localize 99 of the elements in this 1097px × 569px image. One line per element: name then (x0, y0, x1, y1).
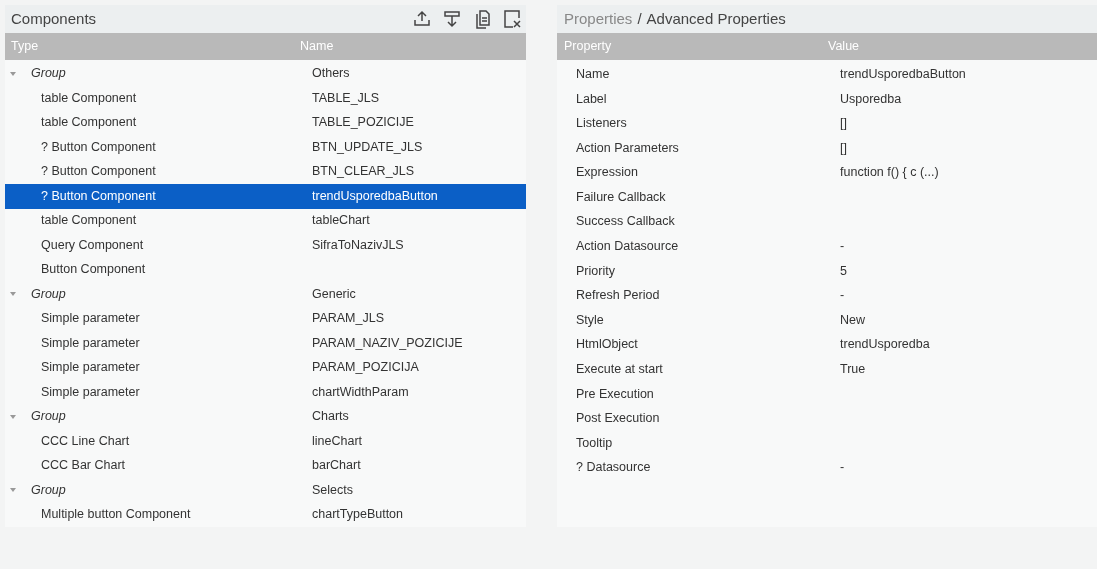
component-type: ? Button Component (41, 164, 156, 179)
component-row[interactable]: ? Button Component BTN_UPDATE_JLS (5, 135, 526, 160)
component-name: lineChart (312, 432, 363, 450)
component-type: ? Button Component (41, 139, 156, 154)
component-type: Button Component (41, 262, 146, 277)
property-value[interactable]: function f() { c (...) (840, 163, 939, 183)
component-row[interactable]: Button Component (5, 257, 526, 282)
clear-icon[interactable] (502, 8, 522, 29)
property-value[interactable]: trendUsporedbaButton (840, 64, 966, 84)
property-name: Label (576, 91, 607, 106)
component-type: Query Component (41, 237, 144, 252)
column-header: Type (10, 37, 40, 55)
component-type: Simple parameter (41, 335, 140, 350)
group-name: Others (312, 65, 350, 83)
group-name: Charts (312, 408, 349, 426)
group-label: Group (31, 65, 66, 83)
component-row[interactable]: Simple parameter chartWidthParam (5, 380, 526, 405)
property-value[interactable]: - (840, 237, 845, 256)
property-name: Tooltip (576, 435, 613, 450)
property-name: Priority (576, 263, 615, 278)
caret-icon[interactable] (9, 70, 17, 77)
group-label: Group (31, 408, 66, 426)
property-value[interactable]: - (840, 286, 845, 305)
group-label: Group (31, 481, 66, 499)
property-value[interactable]: [] (840, 138, 847, 158)
component-name: TABLE_JLS (312, 89, 380, 107)
property-name: Name (576, 66, 610, 81)
component-row[interactable]: Simple parameter PARAM_JLS (5, 306, 526, 331)
component-row[interactable]: ? Button Component trendUsporedbaButton (5, 184, 526, 209)
property-value[interactable]: Usporedba (840, 89, 902, 109)
component-row[interactable]: Multiple button Component chartTypeButton (5, 502, 526, 527)
component-name: BTN_UPDATE_JLS (312, 138, 423, 156)
component-type: ? Button Component (41, 188, 156, 203)
component-type: Simple parameter (41, 384, 140, 399)
panel-title: Components (11, 8, 97, 29)
breadcrumb-separator: / (637, 8, 642, 29)
group-row[interactable]: Group Generic (5, 282, 526, 307)
component-type: table Component (41, 90, 137, 105)
breadcrumb-current: Advanced Properties (646, 8, 786, 29)
property-value[interactable]: True (840, 360, 866, 379)
property-value[interactable]: trendUsporedba (840, 335, 930, 355)
component-name: barChart (312, 457, 361, 475)
property-name: Success Callback (576, 214, 675, 229)
caret-icon[interactable] (9, 291, 17, 298)
group-row[interactable]: Group Selects (5, 478, 526, 503)
component-row[interactable]: ? Button Component BTN_CLEAR_JLS (5, 159, 526, 184)
group-name: Generic (312, 285, 356, 303)
column-header: Name (300, 37, 334, 55)
property-name: HtmlObject (576, 337, 638, 352)
property-name: Refresh Period (576, 288, 660, 303)
component-name: PARAM_JLS (312, 310, 384, 328)
component-row[interactable]: table Component TABLE_POZICIJE (5, 110, 526, 135)
component-type: CCC Line Chart (41, 433, 130, 448)
component-row[interactable]: Simple parameter PARAM_NAZIV_POZICIJE (5, 331, 526, 356)
group-row[interactable]: Group Others (5, 61, 526, 86)
component-name: TABLE_POZICIJE (312, 114, 414, 132)
import-icon[interactable] (442, 8, 462, 29)
component-type: Multiple button Component (41, 507, 191, 522)
caret-icon[interactable] (9, 413, 17, 420)
component-type: table Component (41, 213, 137, 228)
component-name: trendUsporedbaButton (312, 187, 438, 205)
property-name: Failure Callback (576, 189, 666, 204)
component-name: PARAM_POZICIJA (312, 359, 419, 377)
component-name: SifraToNazivJLS (312, 236, 404, 254)
property-name: Pre Execution (576, 386, 654, 401)
caret-icon[interactable] (9, 487, 17, 494)
component-name: PARAM_NAZIV_POZICIJE (312, 334, 463, 352)
column-header: Value (828, 38, 860, 56)
property-name: Post Execution (576, 411, 660, 426)
component-name: chartTypeButton (312, 506, 404, 524)
component-name: tableChart (312, 212, 370, 230)
component-type: Simple parameter (41, 360, 140, 375)
export-icon[interactable] (412, 8, 432, 29)
component-row[interactable]: CCC Line Chart lineChart (5, 429, 526, 454)
component-row[interactable]: Query Component SifraToNazivJLS (5, 233, 526, 258)
property-value[interactable]: - (840, 458, 845, 478)
component-name: BTN_CLEAR_JLS (312, 163, 415, 181)
property-name: Listeners (576, 116, 627, 131)
component-name: chartWidthParam (312, 383, 409, 401)
component-type: Simple parameter (41, 311, 140, 326)
group-name: Selects (312, 481, 353, 499)
property-name: ? Datasource (576, 460, 651, 475)
group-row[interactable]: Group Charts (5, 404, 526, 429)
property-name: Action Parameters (576, 140, 679, 155)
property-name: Expression (576, 165, 638, 180)
component-row[interactable]: table Component tableChart (5, 208, 526, 233)
property-value[interactable]: New (840, 310, 865, 330)
component-type: CCC Bar Chart (41, 458, 126, 473)
component-row[interactable]: table Component TABLE_JLS (5, 86, 526, 111)
property-name: Style (576, 312, 604, 327)
component-row[interactable]: CCC Bar Chart barChart (5, 453, 526, 478)
component-row[interactable]: Simple parameter PARAM_POZICIJA (5, 355, 526, 380)
component-type: table Component (41, 115, 137, 130)
property-name: Action Datasource (576, 239, 679, 254)
column-header: Property (563, 38, 613, 56)
property-name: Execute at start (576, 362, 663, 377)
property-value[interactable]: [] (840, 114, 847, 133)
property-value[interactable]: 5 (840, 261, 847, 281)
group-label: Group (31, 285, 66, 303)
